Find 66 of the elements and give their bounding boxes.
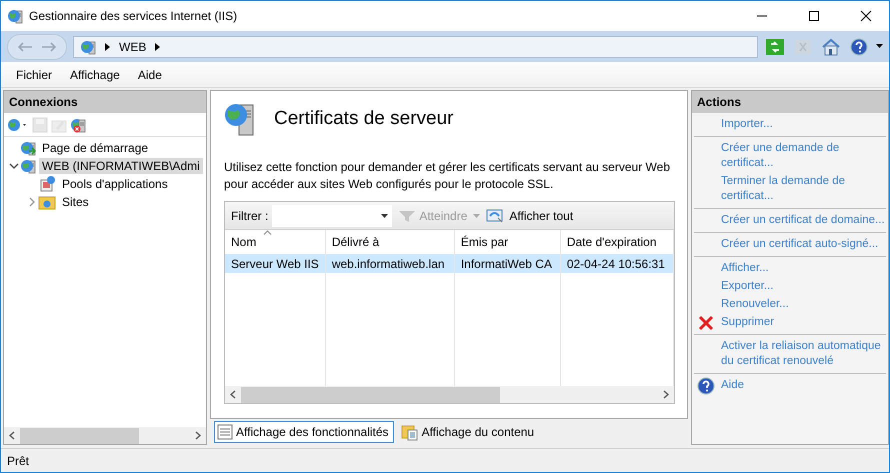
table-cell: web.informatiweb.lan xyxy=(325,254,454,273)
globe-icon[interactable] xyxy=(7,116,29,132)
action-link[interactable]: Aide xyxy=(721,378,744,393)
action-link[interactable]: Afficher... xyxy=(721,261,769,276)
menu-item[interactable]: Aide xyxy=(128,68,171,82)
back-arrow-icon xyxy=(17,40,33,52)
view-tab[interactable]: Affichage des fonctionnalités xyxy=(214,421,394,443)
action-link[interactable]: Créer une demande de certificat... xyxy=(721,141,886,171)
show-all-button[interactable]: Afficher tout xyxy=(484,208,576,224)
page-title: Certificats de serveur xyxy=(274,108,454,130)
filter-field[interactable] xyxy=(272,204,392,226)
view-tab[interactable]: Affichage du contenu xyxy=(398,421,540,443)
tree-item[interactable]: Sites xyxy=(59,194,92,210)
address-bar[interactable]: WEB xyxy=(73,36,758,58)
panel-title: Connexions xyxy=(9,95,78,109)
globe-server-icon xyxy=(20,158,36,174)
menu-item[interactable]: Affichage xyxy=(61,68,129,82)
folder-globe-icon xyxy=(38,194,56,210)
caret-icon xyxy=(473,214,480,218)
window-title: Gestionnaire des services Internet (IIS) xyxy=(29,9,238,23)
filter-icon xyxy=(398,208,416,222)
breadcrumb-item[interactable]: WEB xyxy=(119,40,146,54)
action-link[interactable]: Importer... xyxy=(721,117,773,132)
action-link[interactable]: Activer la reliaison automatique du certificat renouvelé xyxy=(721,339,886,369)
home-icon[interactable] xyxy=(821,38,841,56)
panel-title: Actions xyxy=(697,95,742,109)
action-link[interactable]: Supprimer xyxy=(721,315,774,330)
folder-document-icon xyxy=(400,423,419,441)
scrollbar-thumb[interactable] xyxy=(241,386,500,402)
scroll-left-icon xyxy=(9,431,15,440)
scrollbar-thumb[interactable] xyxy=(20,428,139,444)
caret-icon xyxy=(876,44,883,49)
chevron-icon xyxy=(154,42,162,52)
status-text: Prêt xyxy=(7,454,30,468)
start-page-icon xyxy=(20,140,36,156)
help-icon[interactable] xyxy=(850,38,868,56)
table-cell: Serveur Web IIS xyxy=(225,254,326,273)
maximize-icon[interactable] xyxy=(808,10,820,22)
description-text: Utilisez cette fonction pour demander et gérer les certificats servant au serveur Web pour accéder aux sites Web configurés pour le protocole SSL. xyxy=(224,159,671,193)
chevron-icon xyxy=(104,42,111,52)
tree-item[interactable]: Pools d'applications xyxy=(59,176,171,192)
disconnect-icon[interactable] xyxy=(70,116,86,132)
globe-server-icon xyxy=(7,8,23,24)
caret-icon xyxy=(381,214,388,218)
filter-label: Filtrer : xyxy=(231,208,268,222)
action-link[interactable]: Exporter... xyxy=(721,279,774,294)
action-link[interactable]: Terminer la demande de certificat... xyxy=(721,174,886,204)
action-link[interactable]: Créer un certificat auto-signé... xyxy=(721,237,878,252)
table-cell: InformatiWeb CA xyxy=(454,254,560,273)
forward-arrow-icon xyxy=(41,40,57,52)
action-link[interactable]: Créer un certificat de domaine... xyxy=(721,213,885,228)
refresh-icon[interactable] xyxy=(765,38,785,56)
globe-server-icon xyxy=(80,38,96,54)
tree-item[interactable]: Page de démarrage xyxy=(39,140,152,156)
list-icon xyxy=(217,424,233,440)
pool-icon xyxy=(38,175,56,193)
menu-item[interactable]: Fichier xyxy=(7,68,62,82)
delete-icon xyxy=(698,314,714,330)
scroll-right-icon xyxy=(663,390,669,399)
help-icon xyxy=(697,376,715,394)
close-icon[interactable] xyxy=(860,10,872,22)
tree-item[interactable]: WEB (INFORMATIWEB\Admi xyxy=(39,158,203,174)
scroll-right-icon xyxy=(195,431,201,440)
table-cell: 02-04-24 10:56:31 xyxy=(560,254,674,273)
action-link[interactable]: Renouveler... xyxy=(721,297,789,312)
scroll-left-icon xyxy=(230,390,236,399)
